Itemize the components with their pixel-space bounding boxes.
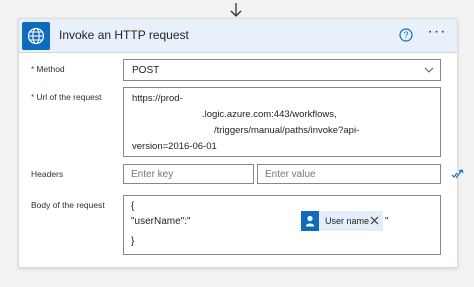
header-value-placeholder: Enter value bbox=[265, 169, 316, 180]
header-value-input[interactable]: Enter value bbox=[257, 164, 441, 184]
body-input[interactable]: { "userName":" User name " } bbox=[123, 195, 441, 255]
close-icon[interactable] bbox=[370, 216, 379, 225]
url-label: * Url of the request bbox=[31, 92, 102, 102]
http-action-card: Invoke an HTTP request ? ··· * Method POS… bbox=[18, 18, 464, 268]
body-key-text: "userName":" bbox=[131, 216, 191, 227]
globe-icon bbox=[22, 22, 50, 50]
body-label: Body of the request bbox=[31, 200, 105, 210]
person-icon bbox=[301, 211, 319, 231]
body-closing-quote: " bbox=[385, 216, 389, 227]
body-open-brace: { bbox=[131, 201, 135, 212]
required-mark: * bbox=[31, 64, 35, 74]
dynamic-content-token[interactable]: User name bbox=[301, 211, 383, 231]
method-label-text: Method bbox=[36, 64, 65, 74]
method-value: POST bbox=[132, 65, 160, 76]
url-input[interactable]: https://prod- .logic.azure.com:443/workf… bbox=[123, 87, 441, 157]
url-line: version=2016-06-01 bbox=[132, 141, 217, 152]
svg-text:?: ? bbox=[403, 30, 408, 40]
token-label: User name bbox=[325, 216, 370, 226]
header-key-input[interactable]: Enter key bbox=[123, 164, 254, 184]
switch-mode-icon[interactable] bbox=[451, 168, 465, 180]
help-circle-icon[interactable]: ? bbox=[399, 28, 413, 42]
method-label: * Method bbox=[31, 64, 65, 74]
headers-label: Headers bbox=[31, 169, 64, 179]
header-key-placeholder: Enter key bbox=[131, 169, 174, 180]
body-close-brace: } bbox=[131, 236, 135, 247]
url-line: .logic.azure.com:443/workflows, bbox=[202, 109, 337, 120]
arrow-down-icon bbox=[230, 3, 242, 17]
card-header[interactable]: Invoke an HTTP request ? ··· bbox=[19, 19, 457, 53]
required-mark: * bbox=[31, 92, 35, 102]
url-label-text: Url of the request bbox=[36, 92, 102, 102]
url-line: /triggers/manual/paths/invoke?api- bbox=[214, 125, 360, 136]
card-title: Invoke an HTTP request bbox=[59, 28, 189, 42]
url-line: https://prod- bbox=[132, 93, 183, 104]
chevron-down-icon bbox=[424, 67, 434, 73]
method-dropdown[interactable]: POST bbox=[123, 59, 441, 81]
more-options-icon[interactable]: ··· bbox=[427, 24, 447, 45]
